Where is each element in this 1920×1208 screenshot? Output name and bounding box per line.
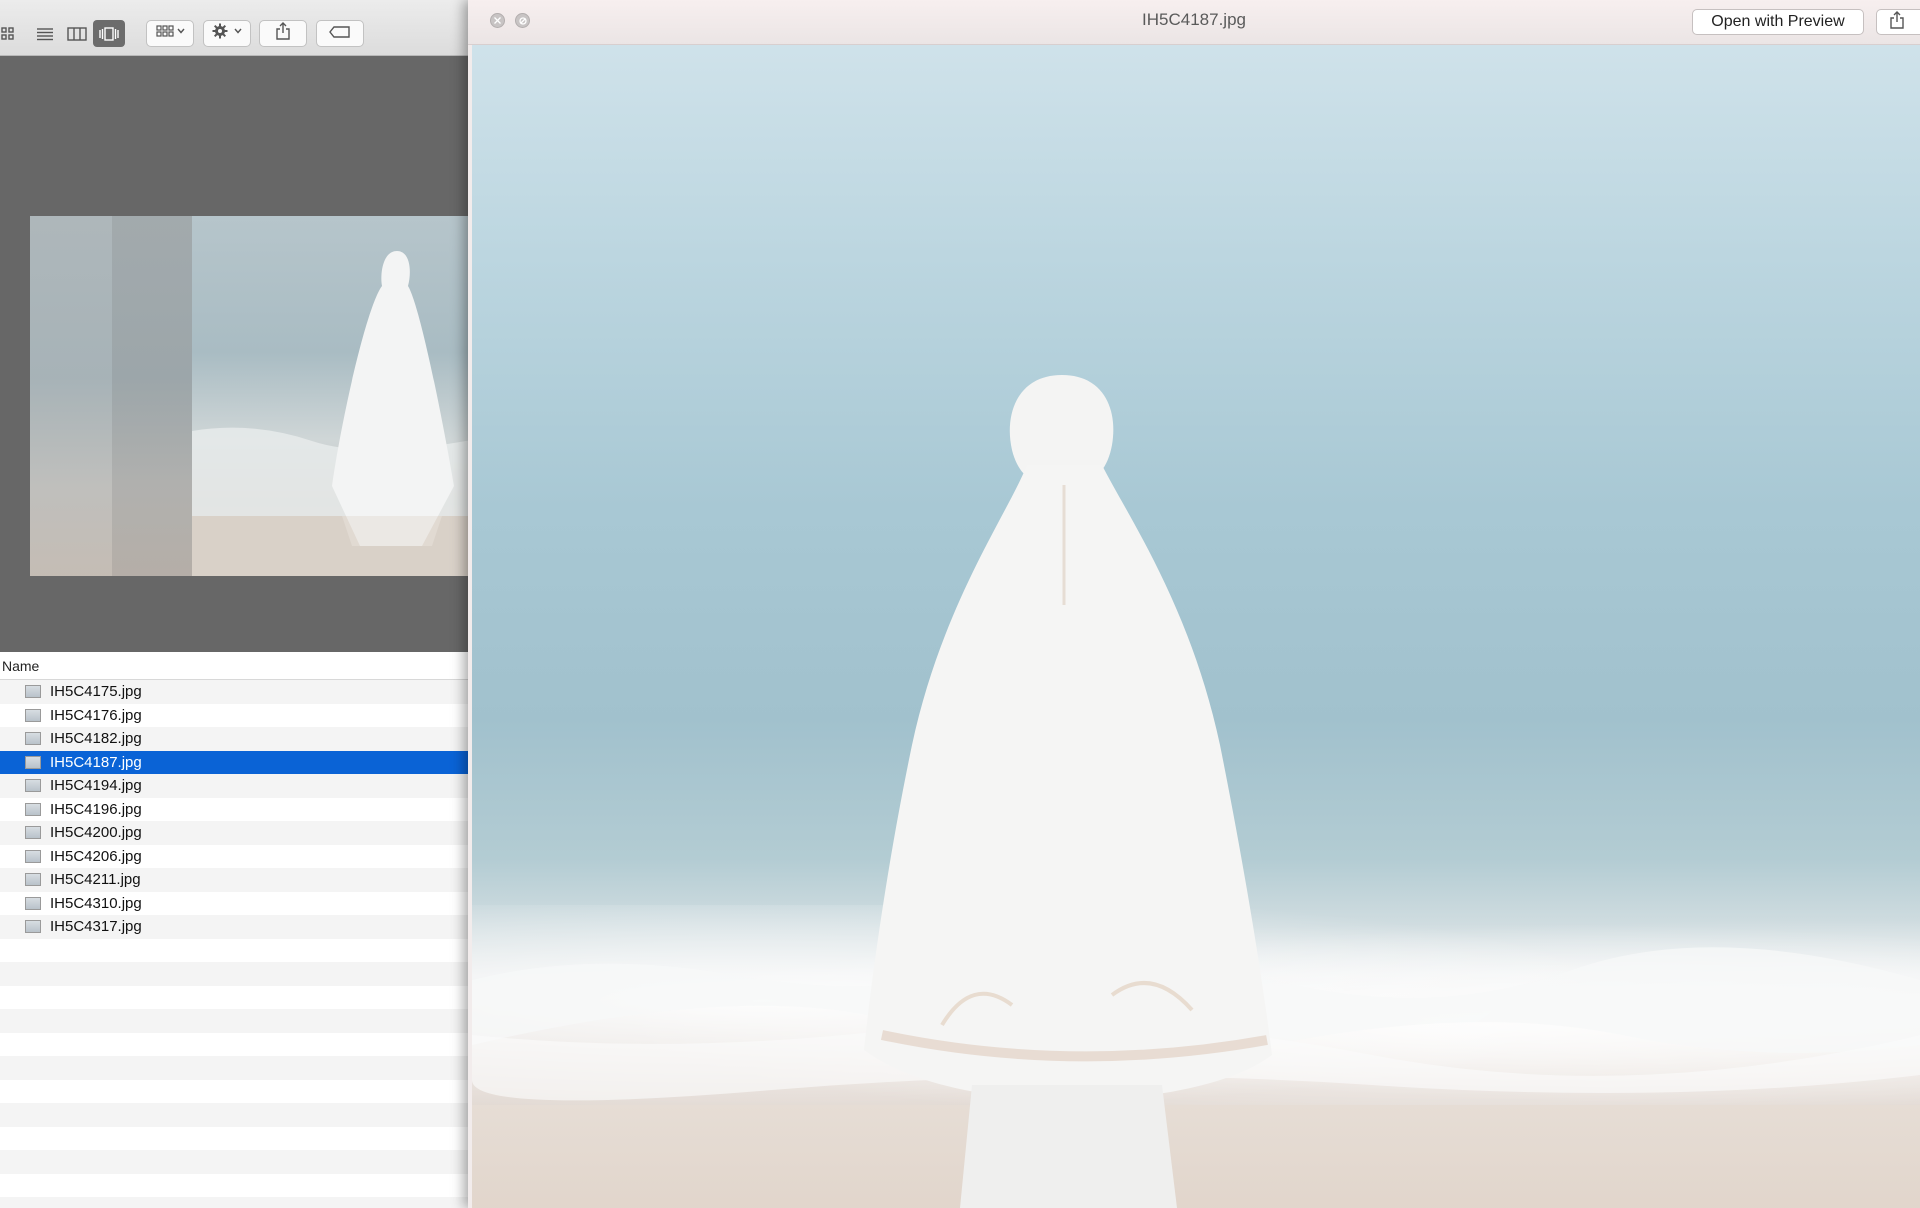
- cover-flow-thumbnail[interactable]: [112, 216, 194, 576]
- file-row[interactable]: IH5C4196.jpg: [0, 798, 470, 822]
- empty-row: [0, 985, 470, 1009]
- empty-row: [0, 1126, 470, 1150]
- cover-flow-current-image[interactable]: [192, 216, 470, 576]
- empty-row: [0, 1032, 470, 1056]
- empty-row: [0, 1103, 470, 1127]
- file-rows: IH5C4175.jpg IH5C4176.jpg IH5C4182.jpg IH5C…: [0, 680, 470, 939]
- file-name: IH5C4310.jpg: [50, 894, 142, 912]
- image-file-icon: [25, 920, 41, 933]
- share-icon: [275, 22, 291, 45]
- image-file-icon: [25, 779, 41, 792]
- file-name: IH5C4211.jpg: [50, 871, 141, 888]
- file-list: Name IH5C4175.jpg IH5C4176.jpg IH5C4182.jp…: [0, 652, 470, 1208]
- arrange-icon: [155, 24, 185, 43]
- file-row[interactable]: IH5C4310.jpg: [0, 892, 470, 916]
- file-row[interactable]: IH5C4206.jpg: [0, 845, 470, 869]
- image-file-icon: [25, 896, 41, 910]
- image-file-icon: [25, 732, 41, 745]
- file-name: IH5C4317.jpg: [50, 918, 142, 935]
- empty-row: [0, 1197, 470, 1208]
- file-row[interactable]: IH5C4200.jpg: [0, 821, 470, 845]
- empty-row: [0, 1150, 470, 1174]
- image-file-icon: [25, 708, 41, 722]
- file-name: IH5C4194.jpg: [50, 777, 142, 794]
- file-name: IH5C4206.jpg: [50, 847, 142, 865]
- file-row[interactable]: IH5C4187.jpg: [0, 750, 470, 774]
- open-with-preview-button[interactable]: Open with Preview: [1692, 9, 1864, 35]
- file-name: IH5C4196.jpg: [50, 800, 142, 818]
- share-button[interactable]: [259, 20, 307, 47]
- gear-icon: [211, 23, 243, 44]
- empty-row: [0, 962, 470, 986]
- quicklook-titlebar: IH5C4187.jpg Open with Preview: [468, 0, 1920, 45]
- file-row[interactable]: IH5C4175.jpg: [0, 680, 470, 704]
- image-file-icon: [25, 802, 41, 816]
- list-view-icon[interactable]: [29, 20, 61, 47]
- image-file-icon: [25, 685, 41, 698]
- file-name: IH5C4176.jpg: [50, 706, 142, 724]
- icon-view-icon[interactable]: [0, 20, 22, 47]
- empty-row: [0, 1009, 470, 1033]
- arrange-button[interactable]: [146, 20, 194, 47]
- empty-rows: [0, 938, 470, 1208]
- share-icon: [1889, 10, 1905, 34]
- file-name: IH5C4187.jpg: [50, 753, 142, 771]
- file-name: IH5C4200.jpg: [50, 824, 142, 841]
- cover-flow-view-icon[interactable]: [93, 20, 125, 47]
- quicklook-share-button[interactable]: [1876, 9, 1920, 35]
- file-row[interactable]: IH5C4194.jpg: [0, 774, 470, 798]
- cover-flow-area[interactable]: [0, 56, 470, 652]
- file-name: IH5C4175.jpg: [50, 683, 142, 700]
- file-row[interactable]: IH5C4211.jpg: [0, 868, 470, 892]
- image-file-icon: [25, 755, 41, 769]
- cover-flow-thumbnail[interactable]: [30, 216, 112, 576]
- file-row[interactable]: IH5C4176.jpg: [0, 704, 470, 728]
- empty-row: [0, 1173, 470, 1197]
- quicklook-window: IH5C4187.jpg Open with Preview: [468, 0, 1920, 1208]
- image-file-icon: [25, 873, 41, 886]
- column-view-icon[interactable]: [61, 20, 93, 47]
- finder-toolbar: [0, 0, 470, 56]
- column-header-name[interactable]: Name: [0, 652, 470, 680]
- file-row[interactable]: IH5C4182.jpg: [0, 727, 470, 751]
- file-name: IH5C4182.jpg: [50, 730, 142, 747]
- image-file-icon: [25, 826, 41, 839]
- preview-image: [472, 45, 1920, 1208]
- image-file-icon: [25, 849, 41, 863]
- empty-row: [0, 1056, 470, 1080]
- action-button[interactable]: [203, 20, 251, 47]
- empty-row: [0, 1079, 470, 1103]
- finder-window: Name IH5C4175.jpg IH5C4176.jpg IH5C4182.jp…: [0, 0, 470, 1208]
- tag-button[interactable]: [316, 20, 364, 47]
- photo-figure: [472, 375, 1920, 1208]
- tag-icon: [329, 25, 351, 43]
- file-row[interactable]: IH5C4317.jpg: [0, 915, 470, 939]
- empty-row: [0, 938, 470, 962]
